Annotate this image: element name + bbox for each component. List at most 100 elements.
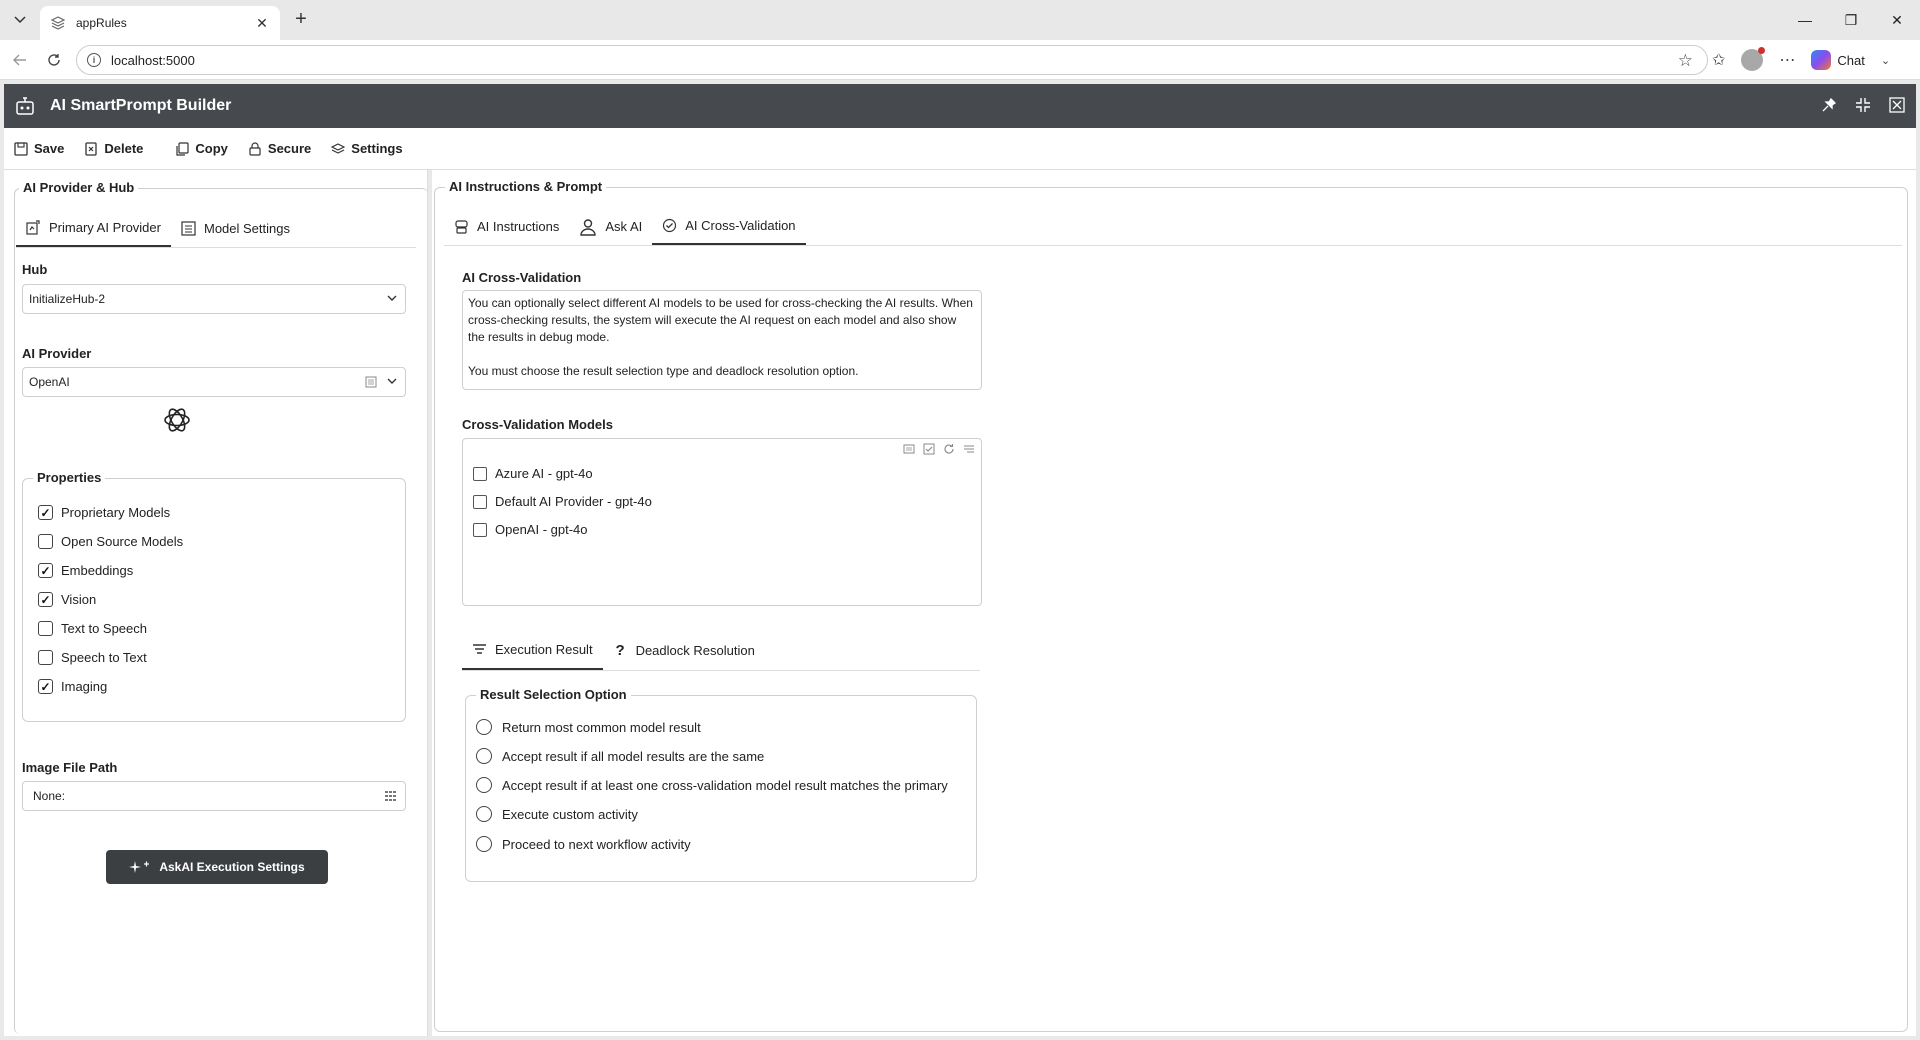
favorite-star-icon[interactable]: ☆ — [1678, 51, 1693, 71]
result-sub-tabs: Execution Result ? Deadlock Resolution — [462, 630, 980, 671]
chat-chevron-icon[interactable]: ⌄ — [1881, 54, 1890, 67]
checkbox-unchecked[interactable] — [473, 494, 487, 509]
tab-model-settings[interactable]: Model Settings — [171, 210, 300, 247]
tab-model-settings-label: Model Settings — [203, 221, 290, 236]
tab-ask-ai[interactable]: Ask AI — [569, 208, 652, 245]
radio-button[interactable] — [476, 748, 492, 764]
model-default-ai-provider-gpt-4o[interactable]: Default AI Provider - gpt-4o — [473, 494, 652, 509]
checkbox-checked[interactable] — [38, 679, 53, 694]
model-azure-ai-gpt-4o[interactable]: Azure AI - gpt-4o — [473, 466, 593, 481]
profile-avatar[interactable] — [1741, 47, 1766, 71]
checkbox-checked[interactable] — [38, 592, 53, 607]
select-all-icon[interactable] — [923, 443, 935, 455]
property-imaging[interactable]: Imaging — [38, 679, 107, 694]
tab-primary-ai-provider[interactable]: Primary AI Provider — [16, 210, 171, 247]
browser-tab[interactable]: appRules ✕ — [40, 6, 280, 40]
checkbox-unchecked[interactable] — [473, 522, 487, 537]
tab-ai-instructions-label: AI Instructions — [477, 219, 560, 234]
cross-validation-description: You can optionally select different AI m… — [462, 290, 982, 390]
collapse-icon[interactable] — [1852, 94, 1874, 116]
checkbox-unchecked[interactable] — [473, 466, 487, 481]
save-button[interactable]: Save — [14, 141, 64, 156]
copilot-chat-button[interactable]: Chat — [1811, 50, 1865, 70]
property-embeddings[interactable]: Embeddings — [38, 563, 133, 578]
tab-primary-ai-provider-label: Primary AI Provider — [49, 220, 161, 235]
close-dialog-icon[interactable] — [1886, 94, 1908, 116]
model-label: Azure AI - gpt-4o — [495, 466, 593, 481]
property-open-source-models[interactable]: Open Source Models — [38, 534, 183, 549]
tab-execution-result[interactable]: Execution Result — [462, 630, 603, 670]
radio-button[interactable] — [476, 806, 492, 822]
tab-deadlock-resolution[interactable]: ? Deadlock Resolution — [603, 630, 765, 670]
close-tab-icon[interactable]: ✕ — [254, 15, 270, 32]
url-field[interactable]: i localhost:5000 ☆ — [76, 45, 1708, 75]
radio-option-custom-activity[interactable]: Execute custom activity — [476, 806, 638, 822]
delete-button[interactable]: Delete — [84, 141, 143, 156]
radio-option-next-activity[interactable]: Proceed to next workflow activity — [476, 836, 691, 852]
radio-label: Proceed to next workflow activity — [502, 836, 691, 852]
close-window-icon[interactable]: ✕ — [1874, 0, 1920, 40]
ai-provider-select[interactable]: OpenAI — [22, 367, 406, 397]
radio-option-one-matches[interactable]: Accept result if at least one cross-vali… — [476, 777, 948, 793]
browser-tab-title: appRules — [76, 16, 127, 30]
property-label: Text to Speech — [61, 621, 147, 636]
radio-button[interactable] — [476, 836, 492, 852]
settings-button[interactable]: Settings — [331, 141, 403, 156]
checkbox-unchecked[interactable] — [38, 534, 53, 549]
app-toolbar: Save Delete Copy Secure Settings — [4, 128, 1916, 170]
property-text-to-speech[interactable]: Text to Speech — [38, 621, 147, 636]
minimize-icon[interactable]: — — [1782, 0, 1828, 40]
apprules-favicon-icon — [50, 15, 66, 31]
secure-label: Secure — [267, 141, 312, 156]
checkbox-unchecked[interactable] — [38, 650, 53, 665]
lock-icon — [249, 141, 261, 156]
badge-check-icon — [663, 218, 677, 233]
chevron-down-icon — [387, 378, 397, 384]
window-controls: — ❐ ✕ — [1782, 0, 1920, 40]
checkbox-checked[interactable] — [38, 505, 53, 520]
tab-ai-instructions[interactable]: AI Instructions — [444, 208, 569, 245]
reload-icon[interactable] — [42, 48, 66, 72]
list-toolbar — [903, 443, 975, 455]
robot-logo-icon — [14, 95, 36, 117]
radio-button[interactable] — [476, 777, 492, 793]
property-proprietary-models[interactable]: Proprietary Models — [38, 505, 170, 520]
delete-label: Delete — [104, 141, 144, 156]
model-openai-gpt-4o[interactable]: OpenAI - gpt-4o — [473, 522, 588, 537]
radio-button[interactable] — [476, 719, 492, 735]
list-lines-icon[interactable] — [963, 443, 975, 455]
model-label: OpenAI - gpt-4o — [495, 522, 588, 537]
new-tab-plus-icon[interactable]: + — [288, 8, 314, 32]
askai-execution-settings-button[interactable]: AskAI Execution Settings — [106, 850, 328, 884]
cross-validation-title: AI Cross-Validation — [462, 270, 582, 285]
copy-button[interactable]: Copy — [175, 141, 228, 156]
tab-list-chevron-icon[interactable] — [6, 8, 34, 32]
list-details-icon[interactable] — [903, 443, 915, 455]
tab-ai-cross-validation[interactable]: AI Cross-Validation — [652, 208, 806, 245]
property-label: Speech to Text — [61, 650, 147, 665]
filter-lines-icon — [473, 643, 486, 654]
hub-select[interactable]: InitializeHub-2 — [22, 284, 406, 314]
tab-ask-ai-label: Ask AI — [605, 219, 643, 234]
layers-icon — [331, 142, 346, 154]
favorites-icon[interactable]: ✩ — [1712, 50, 1725, 70]
radio-label: Accept result if at least one cross-vali… — [502, 777, 948, 793]
pin-icon[interactable] — [1818, 94, 1840, 116]
secure-button[interactable]: Secure — [248, 141, 311, 156]
grid-picker-icon[interactable] — [385, 790, 397, 802]
site-info-icon[interactable]: i — [87, 53, 101, 67]
settings-label: Settings — [351, 141, 403, 156]
property-speech-to-text[interactable]: Speech to Text — [38, 650, 147, 665]
radio-option-all-same[interactable]: Accept result if all model results are t… — [476, 748, 764, 764]
back-arrow-icon[interactable] — [8, 48, 32, 72]
provider-details-icon[interactable] — [365, 376, 377, 388]
ai-provider-value: OpenAI — [29, 375, 70, 389]
checkbox-checked[interactable] — [38, 563, 53, 578]
radio-option-most-common[interactable]: Return most common model result — [476, 719, 701, 735]
refresh-icon[interactable] — [943, 443, 955, 455]
checkbox-unchecked[interactable] — [38, 621, 53, 636]
restore-icon[interactable]: ❐ — [1828, 0, 1874, 40]
more-options-icon[interactable]: ⋯ — [1779, 50, 1795, 70]
property-vision[interactable]: Vision — [38, 592, 96, 607]
image-file-path-field[interactable]: None: — [22, 781, 406, 811]
